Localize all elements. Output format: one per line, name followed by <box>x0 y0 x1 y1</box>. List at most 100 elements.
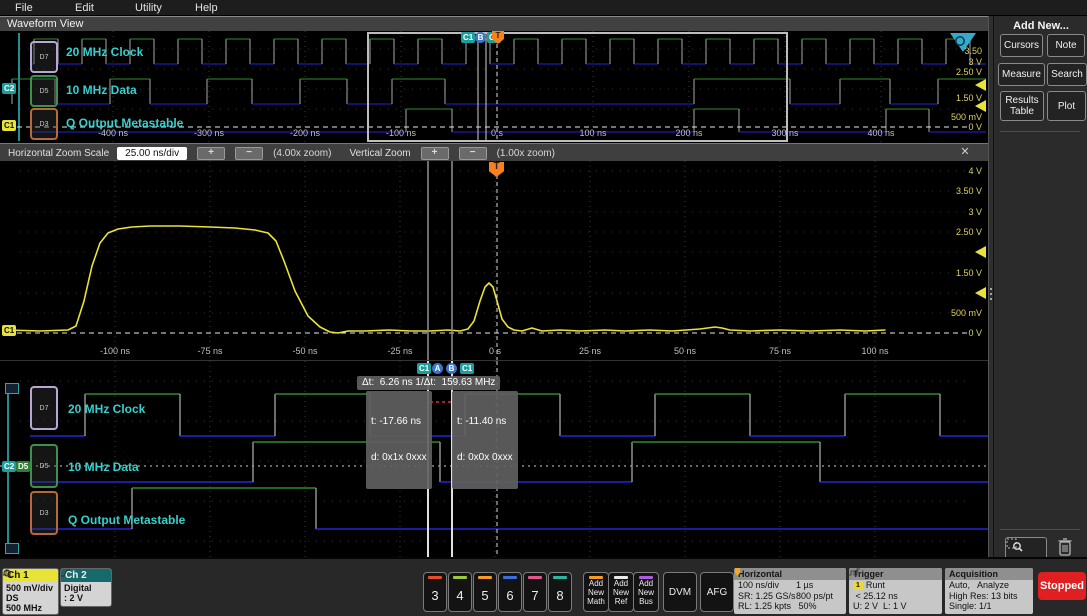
cursor-badge-c1-left[interactable]: C1 <box>417 363 432 374</box>
cursor-a-readout: t: -17.66 ns d: 0x1x 0xxx <box>366 391 432 489</box>
overview-cursor-b-badge[interactable]: B <box>475 32 486 43</box>
zoom-select-icon <box>1006 538 1023 552</box>
menu-help[interactable]: Help <box>195 2 240 14</box>
h-zoom-scale-label: Horizontal Zoom Scale <box>8 147 110 159</box>
acquisition-title: Acquisition <box>945 568 1033 580</box>
channel-5-button[interactable]: 5 <box>473 572 497 612</box>
d7-channel-badge-zoom[interactable]: D7 <box>30 386 58 430</box>
h-sample-rate: SR: 1.25 GS/s <box>738 590 796 601</box>
channel-8-label: 8 <box>556 587 564 603</box>
add-new-math-button[interactable]: Add New Math <box>583 572 609 612</box>
menu-bar: File Edit Utility Help <box>0 0 1087 16</box>
bandwidth-icon <box>3 570 11 576</box>
main-y-label: 0 V <box>968 328 982 338</box>
note-button[interactable]: Note <box>1047 34 1085 57</box>
trigger-mode: Runt <box>865 580 885 590</box>
zoom-toolbar: Horizontal Zoom Scale 25.00 ns/div + − (… <box>0 143 988 163</box>
menu-utility[interactable]: Utility <box>135 2 180 14</box>
trigger-panel[interactable]: Trigger 1 Runt < 25.12 ns U: 2 V L: 1 V <box>849 568 942 614</box>
overview-label-clock: 20 MHz Clock <box>66 45 144 59</box>
ch1-bandwidth: 500 MHz <box>6 603 43 613</box>
d3-channel-badge-zoom[interactable]: D3 <box>30 491 58 535</box>
main-zoom-plot[interactable]: T C1 4 V 3.50 V3 V 2.50 V 1.50 V 500 mV 0 V -… <box>0 161 988 360</box>
waveform-view-tab[interactable]: Waveform View <box>0 16 995 32</box>
digital-c2-badge[interactable]: C2 <box>2 461 17 472</box>
main-x-tick: -100 ns <box>99 346 131 356</box>
channel-5-label: 5 <box>481 587 489 603</box>
h-zoom-minus-button[interactable]: − <box>235 146 264 160</box>
menu-file[interactable]: File <box>15 2 60 14</box>
afg-button[interactable]: AFG <box>700 572 734 612</box>
overview-label-data: 10 MHz Data <box>66 83 137 97</box>
add-new-bus-button[interactable]: Add New Bus <box>633 572 659 612</box>
ch1-badge[interactable]: Ch 1 500 mV/div DS 500 MHz <box>2 568 59 615</box>
overview-x-tick: -300 ns <box>193 128 225 138</box>
dvm-button[interactable]: DVM <box>663 572 697 612</box>
channel-3-button[interactable]: 3 <box>423 572 447 612</box>
cursors-button[interactable]: Cursors <box>1000 34 1043 57</box>
trigger-width: < 25.12 ns <box>855 590 898 601</box>
main-x-tick: -75 ns <box>197 346 223 356</box>
c1-channel-badge[interactable]: C1 <box>2 120 17 131</box>
add-ref-l3: Ref <box>614 597 628 606</box>
digital-group-grip-top[interactable] <box>5 383 19 394</box>
h-resolution: 800 ps/pt <box>796 590 834 601</box>
channel-3-label: 3 <box>431 587 439 603</box>
h-zoom-plus-button[interactable]: + <box>197 146 226 160</box>
digital-zoom-plot[interactable]: D7 D5 D3 20 MHz Clock 10 MHz Data Q Outp… <box>0 360 988 558</box>
measure-button[interactable]: Measure <box>998 63 1045 86</box>
plot-button[interactable]: Plot <box>1047 91 1086 121</box>
cursor-b-data: d: 0x0x 0xxx <box>457 452 513 463</box>
overview-cursor-c1-badge[interactable]: C1 <box>461 32 476 43</box>
h-trigger-position: 50% <box>798 601 817 611</box>
acq-single: Single: 1/1 <box>949 601 992 611</box>
v-zoom-plus-button[interactable]: + <box>420 146 449 160</box>
channel-6-label: 6 <box>506 587 514 603</box>
main-x-tick: -50 ns <box>292 346 318 356</box>
main-c1-channel-badge[interactable]: C1 <box>2 325 17 336</box>
digital-label-q: Q Output Metastable <box>68 513 186 527</box>
channel-7-button[interactable]: 7 <box>523 572 547 612</box>
cursor-badge-c1-right[interactable]: C1 <box>460 363 475 374</box>
add-math-l2: New <box>587 588 604 597</box>
search-button[interactable]: Search <box>1047 63 1087 86</box>
horizontal-panel[interactable]: Horizontal 100 ns/div 1 µs SR: 1.25 GS/s 8… <box>734 568 846 614</box>
acquisition-panel[interactable]: Acquisition Auto, Analyze High Res: 13 b… <box>945 568 1033 614</box>
ch1-coupling: DS <box>6 593 19 603</box>
channel-6-button[interactable]: 6 <box>498 572 522 612</box>
stopped-button[interactable]: Stopped <box>1038 572 1086 600</box>
results-table-button[interactable]: Results Table <box>1000 91 1044 121</box>
digital-d5-badge[interactable]: D5 <box>16 461 31 472</box>
h-record-length: RL: 1.25 kpts <box>738 601 792 611</box>
zoom-close-icon[interactable]: ✕ <box>958 145 972 159</box>
d7-channel-badge[interactable]: D7 <box>30 41 58 73</box>
cursor-badge-a[interactable]: A <box>432 363 443 374</box>
add-new-ref-button[interactable]: Add New Ref <box>608 572 634 612</box>
channel-4-button[interactable]: 4 <box>448 572 472 612</box>
cursor-a-time: t: -17.66 ns <box>371 416 422 427</box>
h-zoom-scale-input[interactable]: 25.00 ns/div <box>117 146 188 160</box>
ch2-badge[interactable]: Ch 2 Digital : 2 V <box>60 568 112 607</box>
add-bus-l3: Bus <box>639 597 653 606</box>
digital-label-data: 10 MHz Data <box>68 460 139 474</box>
status-bar: Ch 1 500 mV/div DS 500 MHz Ch 2 Digital … <box>0 557 1087 616</box>
right-panel: Add New... Cursors Note Measure Search R… <box>993 16 1087 560</box>
h-zoom-factor: (4.00x zoom) <box>273 147 332 159</box>
main-y-label: 1.50 V <box>955 268 982 278</box>
d5-channel-badge[interactable]: D5 <box>30 75 58 107</box>
v-zoom-minus-button[interactable]: − <box>458 146 487 160</box>
digital-group-grip-bottom[interactable] <box>5 543 19 554</box>
overview-y-label: 2.50 V <box>955 67 982 77</box>
main-x-tick: 100 ns <box>861 346 889 356</box>
overview-plot[interactable]: D7 D5 D3 20 MHz Clock 10 MHz Data Q Outp… <box>0 31 988 143</box>
overview-x-tick: 200 ns <box>675 128 703 138</box>
menu-edit[interactable]: Edit <box>75 2 120 14</box>
c2-cursor-badge[interactable]: C2 <box>2 83 17 94</box>
add-math-l1: Add <box>588 579 604 588</box>
d3-channel-badge[interactable]: D3 <box>30 108 58 140</box>
h-window: 1 µs <box>796 580 814 590</box>
cursor-badge-b[interactable]: B <box>446 363 457 374</box>
d5-channel-badge-zoom[interactable]: D5 <box>30 444 58 488</box>
channel-8-button[interactable]: 8 <box>548 572 572 612</box>
add-new-title: Add New... <box>1013 20 1069 32</box>
